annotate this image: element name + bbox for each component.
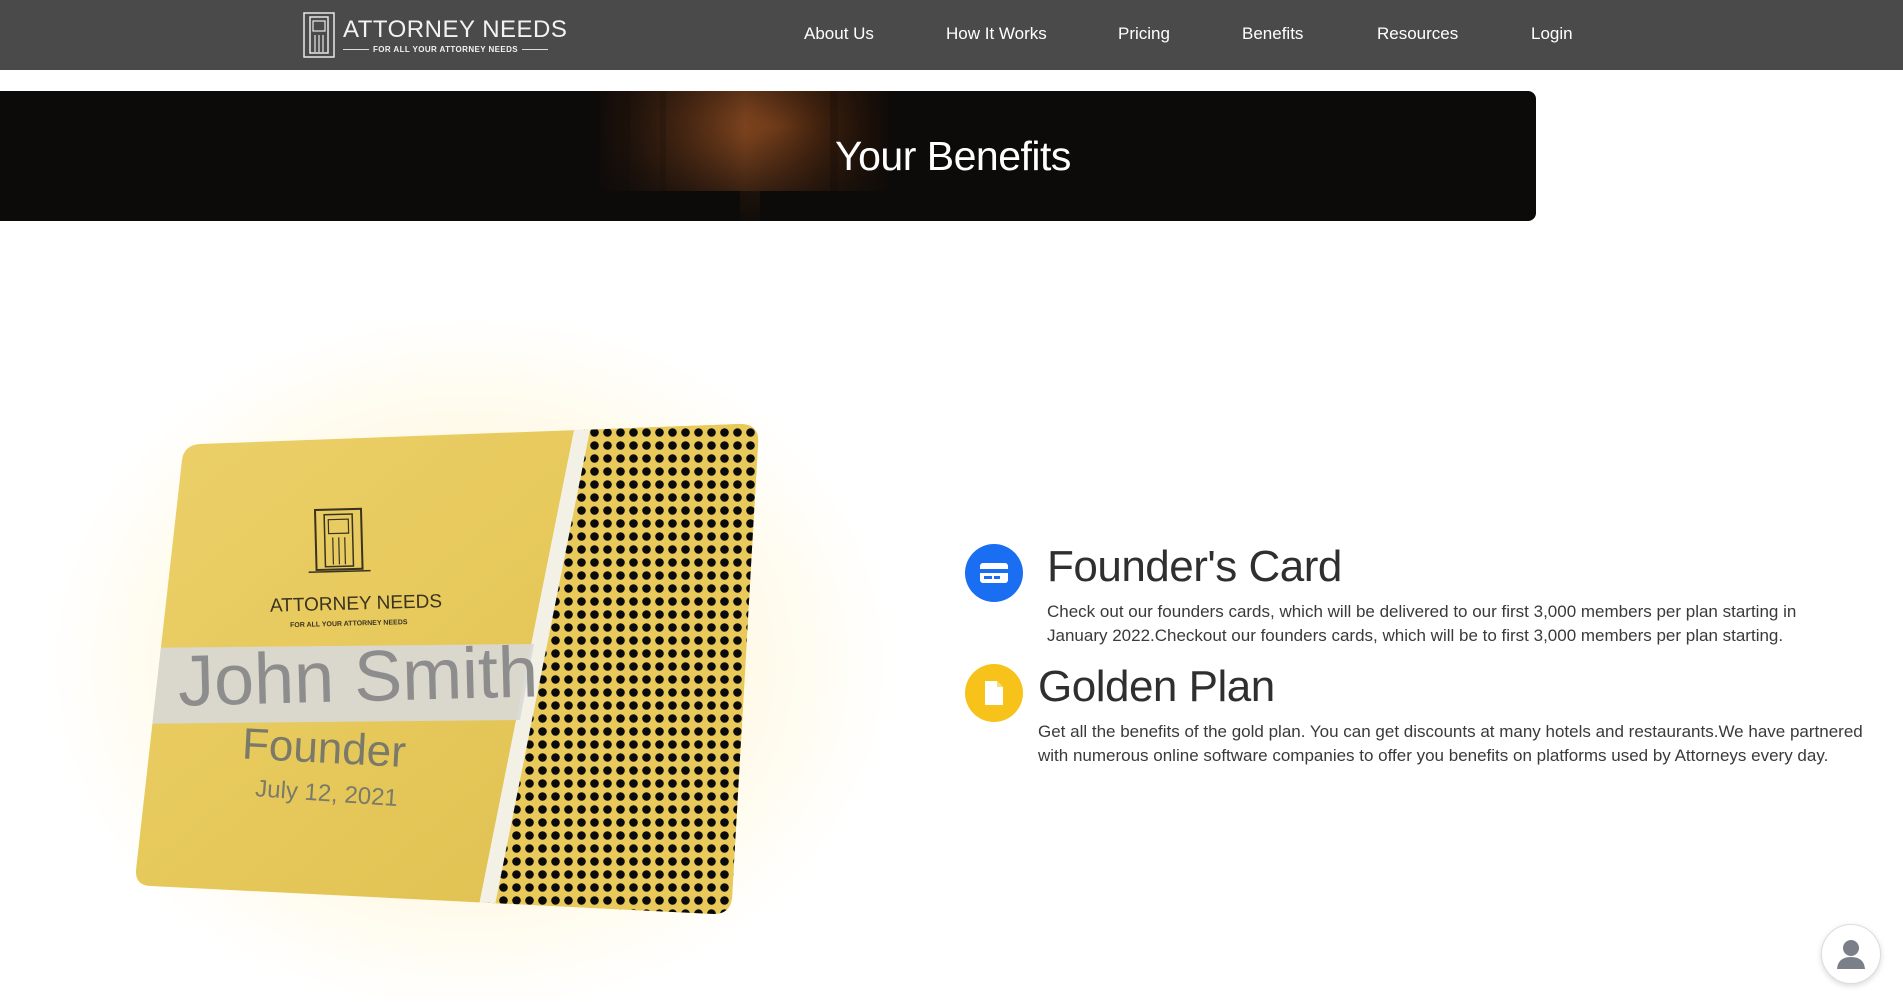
founders-card-image: ATTORNEY NEEDS FOR ALL YOUR ATTORNEY NEE… [135,424,759,914]
nav-login[interactable]: Login [1531,24,1573,44]
card-holder-name: John Smith [177,632,539,721]
brand-tagline: FOR ALL YOUR ATTORNEY NEEDS [373,44,519,54]
chat-widget-button[interactable] [1821,924,1881,984]
nav-benefits[interactable]: Benefits [1242,24,1303,44]
document-icon [985,681,1003,705]
founders-card-description: Check out our founders cards, which will… [1047,602,1797,645]
nav-resources[interactable]: Resources [1377,24,1458,44]
credit-card-icon [980,563,1008,583]
brand-logo[interactable]: ATTORNEY NEEDS FOR ALL YOUR ATTORNEY NEE… [303,12,567,58]
golden-plan-title: Golden Plan [1038,662,1275,711]
brand-text: ATTORNEY NEEDS FOR ALL YOUR ATTORNEY NEE… [343,15,568,54]
divider [343,48,369,50]
golden-plan-description: Get all the benefits of the gold plan. Y… [1038,722,1863,765]
hero-banner [0,91,1536,221]
golden-plan-icon-badge [965,664,1023,722]
founders-card-title: Founder's Card [1047,542,1342,591]
gavel-image [580,91,980,221]
nav-about-us[interactable]: About Us [804,24,874,44]
nav-how-it-works[interactable]: How It Works [946,24,1047,44]
user-avatar-icon [1837,940,1865,969]
navbar: ATTORNEY NEEDS FOR ALL YOUR ATTORNEY NEE… [0,0,1903,70]
brand-title: ATTORNEY NEEDS [343,15,568,43]
door-logo-icon [303,12,335,58]
brand-tagline-row: FOR ALL YOUR ATTORNEY NEEDS [343,45,567,54]
founders-card-icon-badge [965,544,1023,602]
divider [522,48,549,50]
nav-pricing[interactable]: Pricing [1118,24,1170,44]
card-holder-role: Founder [241,719,407,777]
